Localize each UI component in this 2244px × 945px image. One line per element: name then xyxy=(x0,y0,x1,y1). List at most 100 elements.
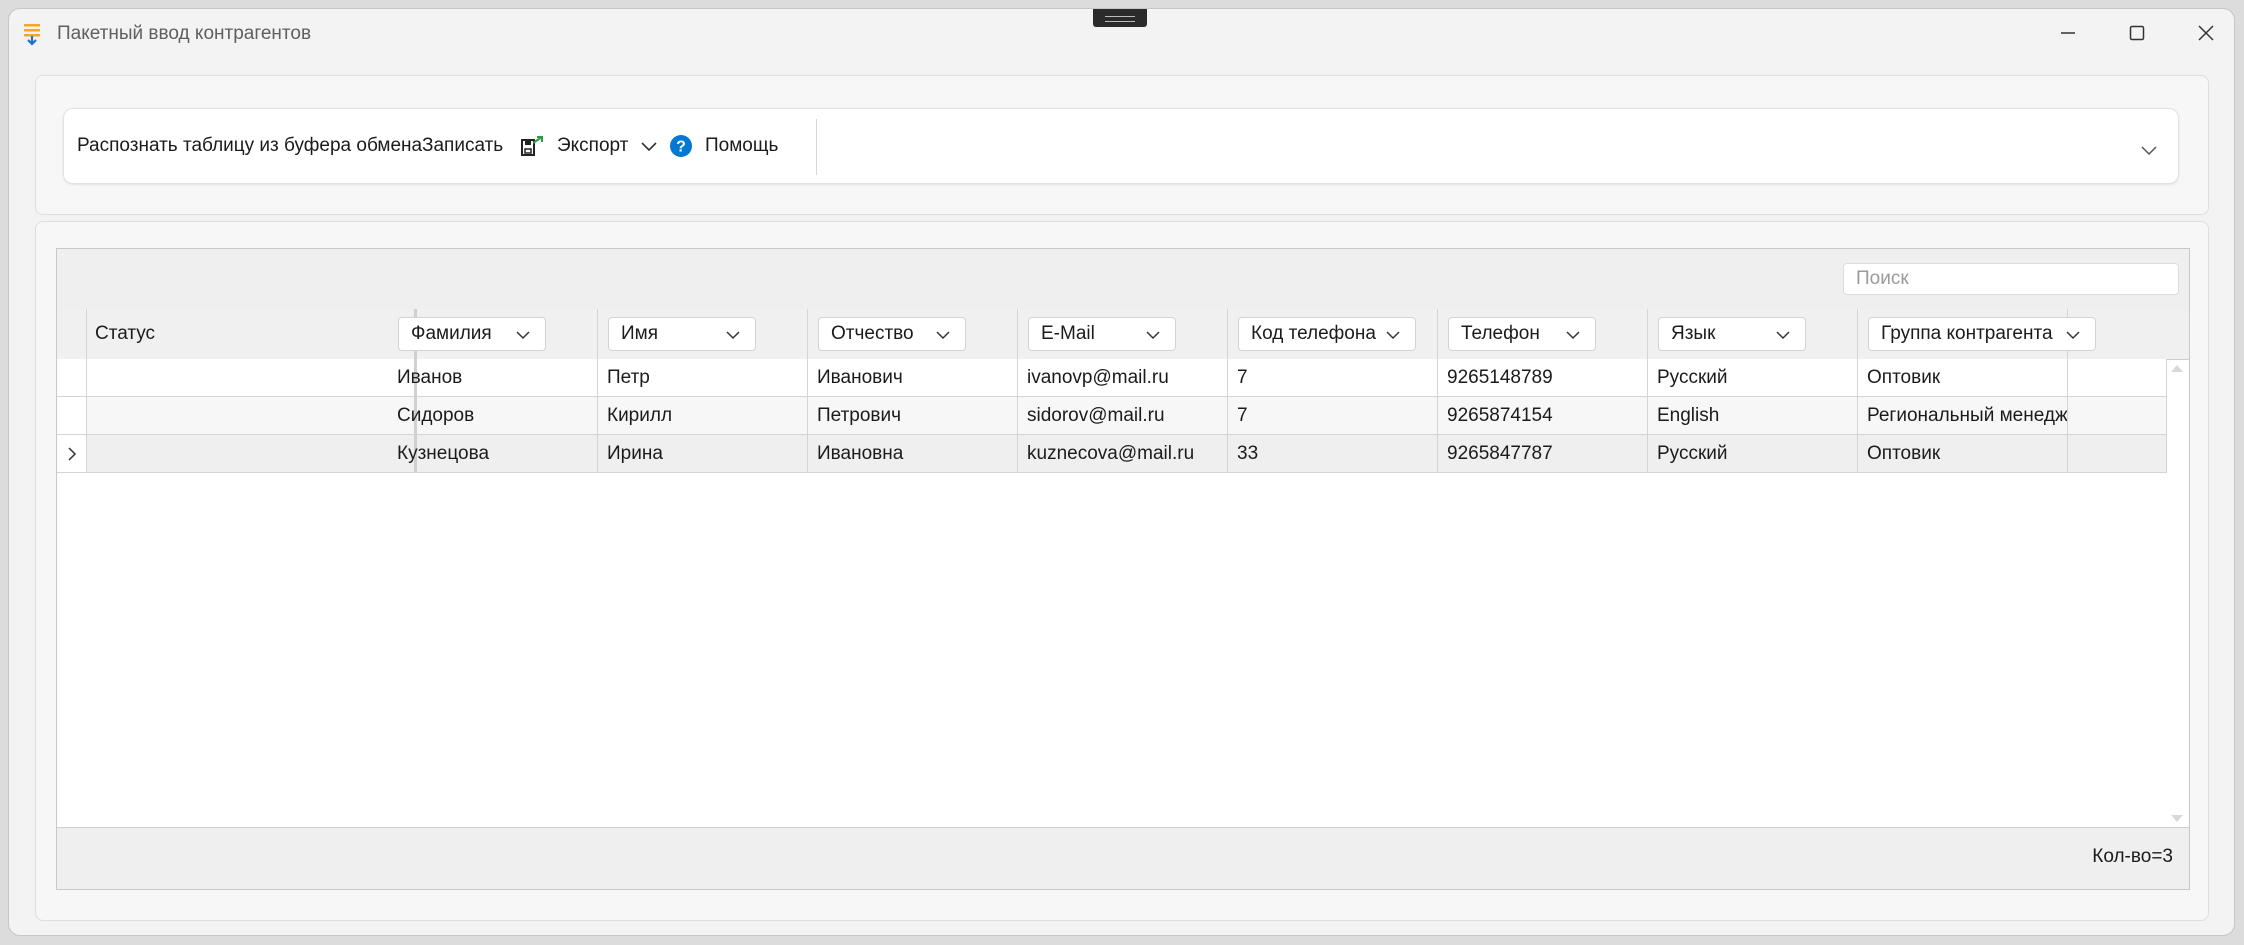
header-filler xyxy=(2068,309,2190,359)
cell-firstname[interactable]: Кирилл xyxy=(598,397,808,434)
cell-value: English xyxy=(1657,404,1720,426)
cell-value: Иванович xyxy=(817,366,903,388)
column-header-label: E-Mail xyxy=(1041,323,1095,344)
cell-email[interactable]: kuznecova@mail.ru xyxy=(1018,435,1228,472)
help-icon: ? xyxy=(670,135,692,157)
cell-contractor-group[interactable]: Региональный менеджер xyxy=(1858,397,2068,434)
maximize-button[interactable] xyxy=(2110,14,2164,52)
grid-footer: Кол-во=3 xyxy=(57,827,2189,889)
cell-value: Петрович xyxy=(817,404,902,426)
cell-value: Русский xyxy=(1657,442,1728,464)
column-header-status[interactable]: Статус xyxy=(87,309,417,359)
row-selector[interactable] xyxy=(57,359,87,396)
help-label: Помощь xyxy=(705,135,779,156)
column-filter-lastname[interactable]: Фамилия xyxy=(398,317,546,351)
cell-phone[interactable]: 9265148789 xyxy=(1438,359,1648,396)
save-label: Записать xyxy=(422,135,504,156)
table-row[interactable]: Кузнецова Ирина Ивановна kuznecova@mail.ru 3… xyxy=(57,435,2167,473)
chevron-down-icon xyxy=(1776,331,1790,340)
row-filler xyxy=(2068,397,2167,434)
search-input[interactable] xyxy=(1843,263,2179,295)
export-label: Экспорт xyxy=(557,135,629,156)
recognize-clipboard-button[interactable]: Распознать таблицу из буфера обмена xyxy=(77,109,422,183)
column-header-label: Язык xyxy=(1671,323,1716,344)
column-header-label: Фамилия xyxy=(411,323,492,344)
cell-value: 9265847787 xyxy=(1447,442,1553,464)
cell-value: 7 xyxy=(1237,404,1248,426)
close-button[interactable] xyxy=(2179,14,2233,52)
column-filter-phone[interactable]: Телефон xyxy=(1448,317,1596,351)
cell-language[interactable]: English xyxy=(1648,397,1858,434)
column-header-label: Группа контрагента xyxy=(1881,323,2053,344)
cell-value: 9265874154 xyxy=(1447,404,1553,426)
export-button[interactable]: Экспорт xyxy=(519,109,658,183)
maximize-icon xyxy=(2129,25,2145,41)
vertical-scrollbar[interactable] xyxy=(2165,359,2189,828)
column-filter-email[interactable]: E-Mail xyxy=(1028,317,1176,351)
row-count: Кол-во=3 xyxy=(2092,846,2173,867)
status-cell[interactable] xyxy=(87,359,417,396)
column-filter-phone-code[interactable]: Код телефона xyxy=(1238,317,1416,351)
title-bar[interactable]: Пакетный ввод контрагентов xyxy=(9,9,2234,59)
column-header-label: Отчество xyxy=(831,323,914,344)
table-row[interactable]: Сидоров Кирилл Петрович sidorov@mail.ru 7 926… xyxy=(57,397,2167,435)
minimize-button[interactable] xyxy=(2041,14,2095,52)
cell-language[interactable]: Русский xyxy=(1648,359,1858,396)
chevron-down-icon xyxy=(936,331,950,340)
cell-phone-code[interactable]: 33 xyxy=(1228,435,1438,472)
column-filter-contractor-group[interactable]: Группа контрагента xyxy=(1868,317,2096,351)
cell-email[interactable]: sidorov@mail.ru xyxy=(1018,397,1228,434)
cell-email[interactable]: ivanovp@mail.ru xyxy=(1018,359,1228,396)
cell-value: 33 xyxy=(1237,442,1259,464)
app-window: Пакетный ввод контрагентов Распознать та… xyxy=(8,8,2235,936)
cell-contractor-group[interactable]: Оптовик xyxy=(1858,435,2068,472)
status-cell[interactable] xyxy=(87,397,417,434)
cell-patronymic[interactable]: Петрович xyxy=(808,397,1018,434)
drag-handle[interactable] xyxy=(1093,9,1147,27)
cell-lastname[interactable]: Иванов xyxy=(388,359,598,396)
app-icon xyxy=(24,24,40,46)
row-selector[interactable] xyxy=(57,435,87,472)
chevron-down-icon xyxy=(516,331,530,340)
column-filter-language[interactable]: Язык xyxy=(1658,317,1806,351)
cell-phone-code[interactable]: 7 xyxy=(1228,359,1438,396)
toolbar-expand-button[interactable] xyxy=(2140,109,2158,183)
status-cell[interactable] xyxy=(87,435,417,472)
cell-value: Кирилл xyxy=(607,404,673,426)
cell-patronymic[interactable]: Ивановна xyxy=(808,435,1018,472)
column-header-phone-code: Код телефона xyxy=(1228,309,1438,359)
recognize-clipboard-label: Распознать таблицу из буфера обмена xyxy=(77,135,423,156)
cell-value: Петр xyxy=(607,366,650,388)
cell-phone-code[interactable]: 7 xyxy=(1228,397,1438,434)
cell-firstname[interactable]: Ирина xyxy=(598,435,808,472)
svg-text:?: ? xyxy=(676,139,686,156)
column-header-label: Телефон xyxy=(1461,323,1540,344)
cell-language[interactable]: Русский xyxy=(1648,435,1858,472)
table-row[interactable]: Иванов Петр Иванович ivanovp@mail.ru 7 926514… xyxy=(57,359,2167,397)
cell-lastname[interactable]: Кузнецова xyxy=(388,435,598,472)
column-filter-firstname[interactable]: Имя xyxy=(608,317,756,351)
cell-patronymic[interactable]: Иванович xyxy=(808,359,1018,396)
row-selector[interactable] xyxy=(57,397,87,434)
cell-value: Иванов xyxy=(397,366,463,388)
minimize-icon xyxy=(2061,32,2075,34)
cell-value: sidorov@mail.ru xyxy=(1027,404,1165,426)
contractors-grid: Статус Фамилия Имя Отчество E-Mail Код телеф… xyxy=(56,248,2190,890)
cell-phone[interactable]: 9265847787 xyxy=(1438,435,1648,472)
window-title: Пакетный ввод контрагентов xyxy=(57,23,312,44)
save-button[interactable]: Записать xyxy=(422,109,503,183)
cell-value: Ирина xyxy=(607,442,663,464)
scroll-up-icon xyxy=(2171,365,2183,372)
cell-value: Оптовик xyxy=(1867,366,1941,388)
cell-firstname[interactable]: Петр xyxy=(598,359,808,396)
cell-value: Региональный менеджер xyxy=(1867,404,2068,426)
cell-lastname[interactable]: Сидоров xyxy=(388,397,598,434)
chevron-down-icon xyxy=(1566,331,1580,340)
cell-value: Оптовик xyxy=(1867,442,1941,464)
help-button[interactable]: ? Помощь xyxy=(669,109,778,183)
cell-value: 7 xyxy=(1237,366,1248,388)
column-header-label: Имя xyxy=(621,323,659,344)
cell-contractor-group[interactable]: Оптовик xyxy=(1858,359,2068,396)
cell-phone[interactable]: 9265874154 xyxy=(1438,397,1648,434)
column-filter-patronymic[interactable]: Отчество xyxy=(818,317,966,351)
